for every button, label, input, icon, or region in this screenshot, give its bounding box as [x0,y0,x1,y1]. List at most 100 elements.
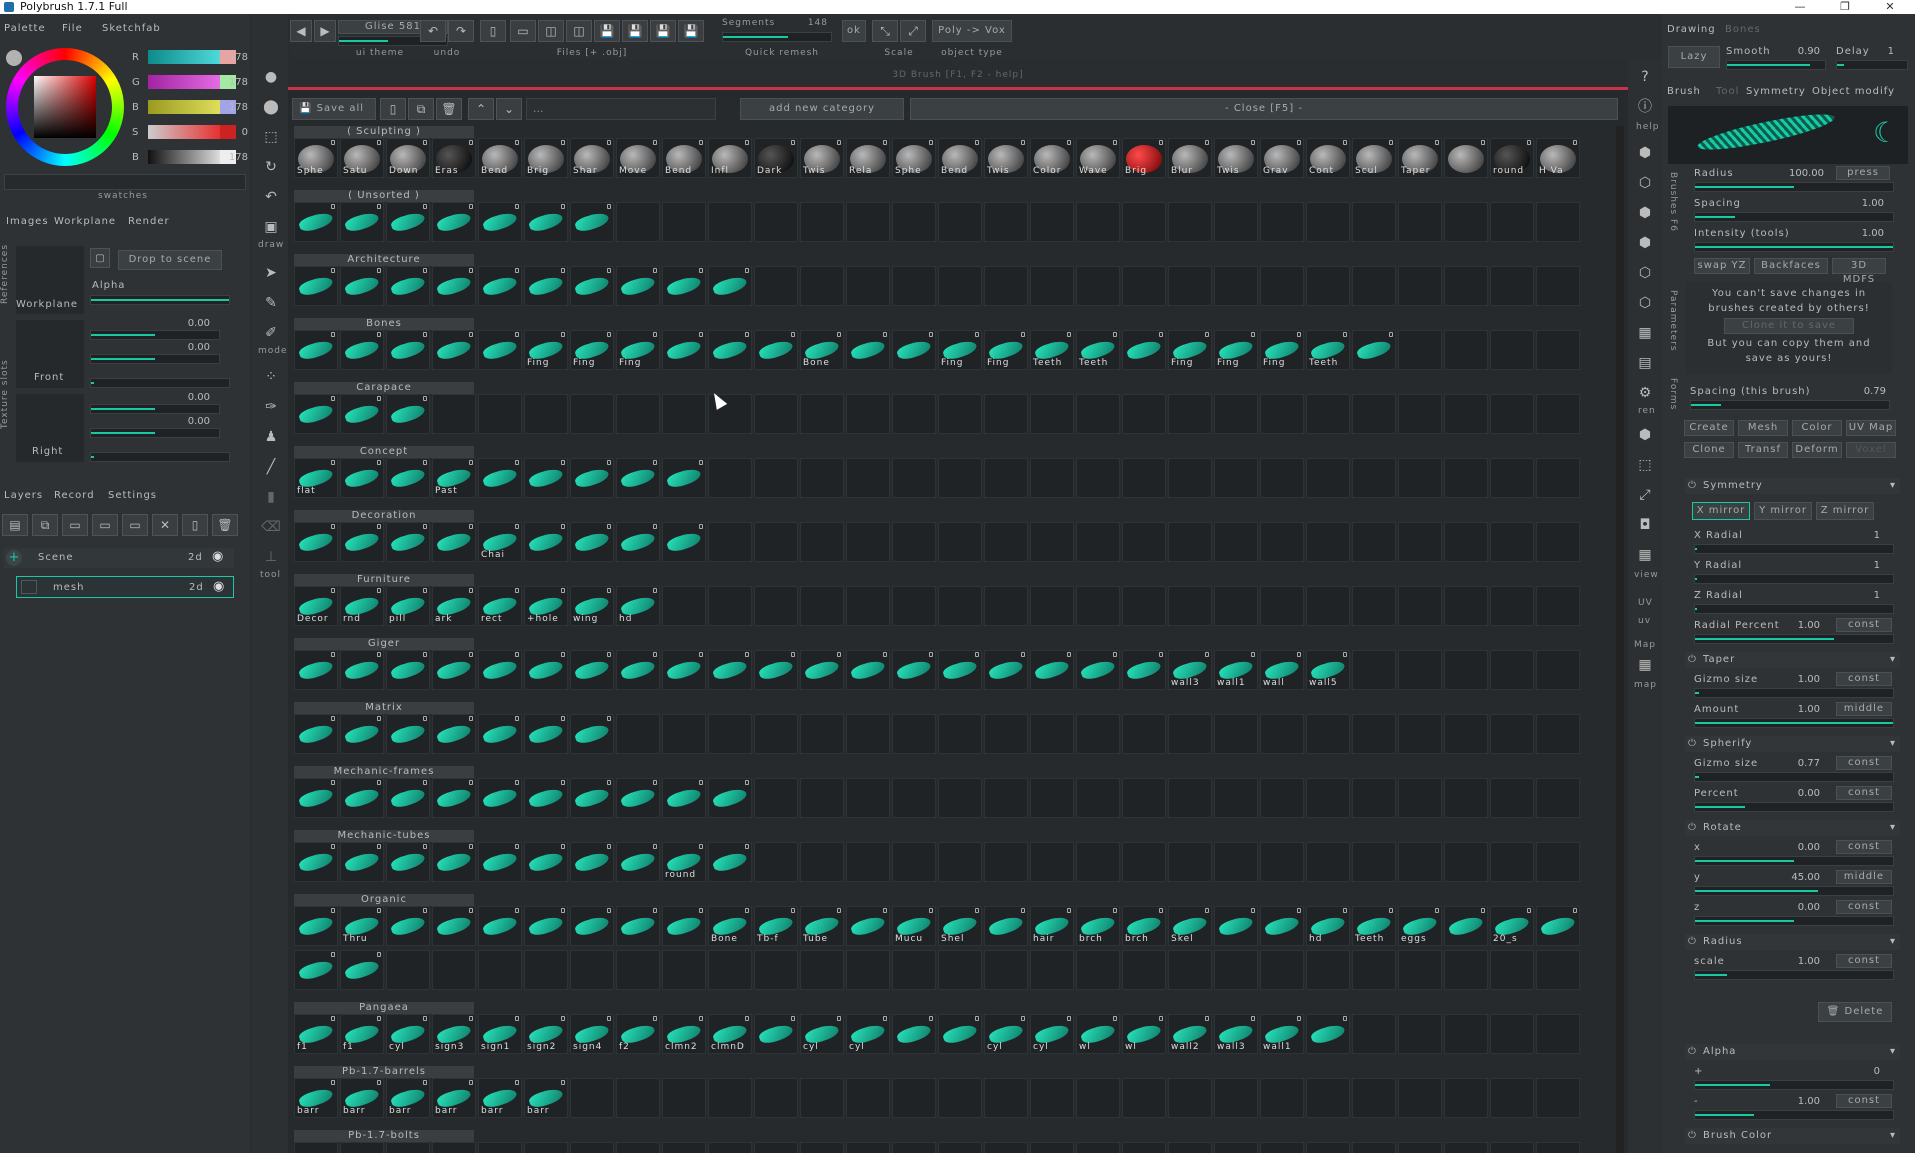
brush-thumbnail[interactable] [1490,950,1534,990]
stamp-icon[interactable]: ♟ [260,426,282,448]
brush-thumbnail[interactable] [1260,522,1304,562]
brush-thumbnail[interactable] [1214,266,1258,306]
brush-thumbnail[interactable] [1122,714,1166,754]
brush-thumbnail[interactable] [570,906,614,946]
brush-thumbnail[interactable] [616,522,660,562]
brush-thumbnail[interactable] [616,266,660,306]
brush-thumbnail[interactable] [570,950,614,990]
brush-thumbnail[interactable] [800,1078,844,1118]
merge-icon[interactable]: ▭ [62,514,88,536]
brush-thumbnail[interactable] [1398,458,1442,498]
brush-thumbnail[interactable]: 20_s [1490,906,1534,946]
brush-thumbnail[interactable] [340,266,384,306]
brush-thumbnail[interactable]: wl [1076,1014,1120,1054]
brush-thumbnail[interactable] [340,330,384,370]
category-title[interactable]: Architecture [294,254,474,266]
tab-palette[interactable]: Palette [4,23,46,34]
brush-thumbnail[interactable] [708,950,752,990]
brush-thumbnail[interactable] [616,458,660,498]
brush-thumbnail[interactable] [1352,842,1396,882]
brush-thumbnail[interactable]: Grav [1260,138,1304,178]
brush-thumbnail[interactable]: Move [616,138,660,178]
radius-section[interactable]: Radius [1685,934,1900,950]
brush-thumbnail[interactable]: Mucu [892,906,936,946]
brush-thumbnail[interactable]: flat [294,458,338,498]
brush-thumbnail[interactable] [570,650,614,690]
brush-thumbnail[interactable] [1214,842,1258,882]
brush-thumbnail[interactable]: wall1 [1214,650,1258,690]
tab-workplane[interactable]: Workplane [54,216,116,227]
brush-thumbnail[interactable] [294,950,338,990]
move-up-icon[interactable]: ⌃ [468,98,494,120]
brush-thumbnail[interactable] [340,202,384,242]
brush-thumbnail[interactable]: wall1 [1260,1014,1304,1054]
brush-thumbnail[interactable] [478,950,522,990]
taper-amount-slider[interactable] [1694,718,1894,728]
brush-thumbnail[interactable] [524,266,568,306]
brush-thumbnail[interactable] [1352,522,1396,562]
brush-thumbnail[interactable]: sign3 [432,1014,476,1054]
brush-thumbnail[interactable] [1398,394,1442,434]
delete-section-button[interactable]: 🗑 Delete [1818,1002,1892,1022]
brush-thumbnail[interactable] [1122,522,1166,562]
brush-thumbnail[interactable] [938,202,982,242]
brush-thumbnail[interactable] [1260,714,1304,754]
undo-arrow-icon[interactable]: ↶ [420,20,446,42]
brush-thumbnail[interactable] [892,842,936,882]
transform-icon[interactable]: ⬚ [260,126,282,148]
taper-gizmo-slider[interactable] [1694,688,1894,698]
brush-thumbnail[interactable] [1076,714,1120,754]
brush-thumbnail[interactable] [1168,202,1212,242]
brush-thumbnail[interactable] [846,330,890,370]
mesh-2d[interactable]: 2d [189,582,204,593]
save-all-button[interactable]: 💾 Save all [292,98,376,120]
brush-thumbnail[interactable] [478,202,522,242]
brush-thumbnail[interactable] [892,1014,936,1054]
brush-thumbnail[interactable]: Past [432,458,476,498]
brush-thumbnail[interactable] [1536,586,1580,626]
brush-thumbnail[interactable] [1306,266,1350,306]
tree-icon[interactable]: ⧉ [32,514,58,536]
brush-thumbnail[interactable] [662,586,706,626]
brush-thumbnail[interactable] [1536,330,1580,370]
brush-list-scrollarea[interactable]: ( Sculpting ) Sphe Satu Down Eras Bend Brig Sha… [288,126,1620,1153]
brush-thumbnail[interactable] [1306,586,1350,626]
brush-thumbnail[interactable] [662,650,706,690]
brush-search-input[interactable]: ... [526,98,716,120]
brush-thumbnail[interactable] [616,1078,660,1118]
brush-thumbnail[interactable] [570,202,614,242]
brush-thumbnail[interactable] [1398,1078,1442,1118]
brush-thumbnail[interactable] [478,458,522,498]
tab-sketchfab[interactable]: Sketchfab [102,23,161,34]
brush-thumbnail[interactable] [478,906,522,946]
brush-thumbnail[interactable] [984,950,1028,990]
brush-thumbnail[interactable] [846,522,890,562]
brush-thumbnail[interactable] [938,522,982,562]
brush-thumbnail[interactable]: round [662,842,706,882]
brush-thumbnail[interactable] [708,650,752,690]
brush-thumbnail[interactable] [754,1142,798,1153]
open-folder-icon[interactable]: ▭ [510,20,536,42]
brush-thumbnail[interactable] [340,842,384,882]
image-icon[interactable]: ▢ [90,248,110,268]
brush-thumbnail[interactable] [1122,266,1166,306]
brush-thumbnail[interactable] [1030,266,1074,306]
brush-thumbnail[interactable] [1306,950,1350,990]
brush-thumbnail[interactable] [432,842,476,882]
brush-thumbnail[interactable] [1076,266,1120,306]
brush-thumbnail[interactable] [386,778,430,818]
brush-thumbnail[interactable] [1352,714,1396,754]
brush-thumbnail[interactable] [1168,522,1212,562]
map-button[interactable]: Map [1634,640,1656,650]
brush-thumbnail[interactable] [846,842,890,882]
color-button[interactable]: Color [1792,420,1842,436]
brush-thumbnail[interactable] [1444,202,1488,242]
brush-thumbnail[interactable] [754,714,798,754]
brush-thumbnail[interactable] [1352,330,1396,370]
brush-thumbnail[interactable] [294,842,338,882]
brush-thumbnail[interactable]: Fing [938,330,982,370]
brush-thumbnail[interactable] [432,714,476,754]
prev-theme-icon[interactable]: ◀ [290,20,312,42]
brush-thumbnail[interactable] [1398,330,1442,370]
info-icon[interactable]: ⓘ [1634,96,1656,118]
